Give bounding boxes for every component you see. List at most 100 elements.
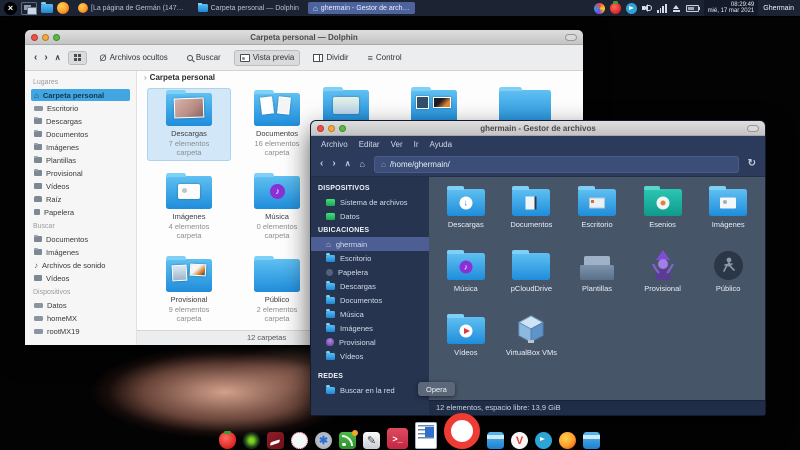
item-provisional[interactable]: Provisional [630, 250, 696, 293]
recorder-dock-icon[interactable] [243, 432, 260, 449]
telegram-tray-icon[interactable] [626, 2, 638, 14]
telegram-dock-icon[interactable] [535, 432, 552, 449]
sidebar-item-descargas[interactable]: Descargas [311, 279, 429, 293]
sidebar-item-documentos[interactable]: Documentos [311, 293, 429, 307]
sidebar-item-raiz[interactable]: Raíz [31, 193, 130, 205]
firefox-launcher-icon[interactable] [57, 2, 69, 14]
back-icon[interactable]: ‹ [320, 159, 323, 169]
folder-partial[interactable] [323, 86, 369, 123]
mx-app-dock-icon[interactable] [267, 432, 284, 449]
window-switcher-icon[interactable] [21, 1, 37, 15]
icon-view-button[interactable] [67, 50, 87, 65]
sidebar-item-imagenes[interactable]: Imágenes [31, 141, 130, 153]
menu-ir[interactable]: Ir [414, 140, 419, 149]
sidebar-item-sistema[interactable]: Sistema de archivos [311, 195, 429, 209]
blue-star-dock-icon[interactable]: ✱ [315, 432, 332, 449]
folder-provisional[interactable]: Provisional 9 elementos carpeta [147, 254, 231, 327]
device-item-rootmx19[interactable]: rootMX19 [31, 325, 130, 337]
folder-partial[interactable] [411, 86, 457, 123]
search-item-sonido[interactable]: ♪ Archivos de sonido [31, 259, 130, 271]
close-button[interactable] [31, 33, 38, 41]
strawberry-tray-icon[interactable] [610, 1, 622, 14]
roll-up-button[interactable] [747, 124, 759, 132]
folder-descargas[interactable]: Descargas 7 elementos carpeta [147, 88, 231, 161]
minimize-button[interactable] [42, 33, 49, 41]
item-esenios[interactable]: Esenios [630, 186, 696, 229]
item-escritorio[interactable]: Escritorio [564, 186, 630, 229]
sidebar-item-videos[interactable]: Vídeos [311, 349, 429, 363]
sidebar-item-plantillas[interactable]: Plantillas [31, 154, 130, 166]
home-icon[interactable]: ⌂ [360, 159, 365, 169]
refresh-icon[interactable]: ↻ [748, 159, 756, 169]
eject-icon[interactable] [672, 4, 681, 13]
preview-button[interactable]: Vista previa [233, 49, 301, 66]
files-dock-icon[interactable] [487, 432, 504, 449]
taskbar-item-filemanager[interactable]: ⌂ ghermain - Gestor de arch… [307, 2, 415, 14]
sidebar-item-descargas[interactable]: Descargas [31, 115, 130, 127]
files2-dock-icon[interactable] [583, 432, 600, 449]
item-virtualbox[interactable]: VirtualBox VMs [499, 314, 565, 357]
fm-titlebar[interactable]: ghermain - Gestor de archivos [311, 121, 765, 136]
maximize-button[interactable] [339, 124, 346, 132]
terminal-dock-icon[interactable]: >_ [387, 428, 408, 449]
close-button[interactable] [317, 124, 324, 132]
sidebar-item-escritorio[interactable]: Escritorio [311, 251, 429, 265]
control-button[interactable]: ≡ Control [362, 49, 408, 66]
up-icon[interactable]: ∧ [345, 159, 351, 169]
taskbar-item-dolphin[interactable]: Carpeta personal — Dolphin [193, 2, 304, 14]
app-menu-icon[interactable]: × [4, 1, 17, 15]
item-publico[interactable]: Público [695, 250, 761, 293]
sidebar-item-provisional[interactable]: Provisional [311, 335, 429, 349]
folder-musica[interactable]: ♪ Música 0 elementos carpeta [235, 171, 319, 244]
back-icon[interactable]: ‹ [34, 52, 37, 63]
sidebar-item-escritorio[interactable]: Escritorio [31, 102, 130, 114]
item-plantillas[interactable]: Plantillas [564, 250, 630, 293]
featherpad-dock-icon[interactable]: ✎ [363, 432, 380, 449]
split-button[interactable]: Dividir [307, 50, 354, 66]
device-item-homemx[interactable]: homeMX [31, 312, 130, 324]
sidebar-item-ghermain[interactable]: ⌂ ghermain [311, 237, 429, 251]
sidebar-item-documentos[interactable]: Documentos [31, 128, 130, 140]
breadcrumb[interactable]: › Carpeta personal [137, 71, 583, 86]
firefox-dock-icon[interactable] [559, 432, 576, 449]
path-bar[interactable]: ⌂ /home/ghermain/ [373, 155, 739, 173]
sidebar-item-papelera[interactable]: Papelera [31, 206, 130, 218]
sidebar-item-provisional[interactable]: Provisional [31, 167, 130, 179]
forward-icon[interactable]: › [332, 159, 335, 169]
sidebar-item-imagenes[interactable]: Imágenes [311, 321, 429, 335]
item-musica[interactable]: ♪ Música [433, 250, 499, 293]
roll-up-button[interactable] [565, 33, 577, 41]
menu-editar[interactable]: Editar [359, 140, 380, 149]
sidebar-item-videos[interactable]: Vídeos [31, 180, 130, 192]
sidebar-item-musica[interactable]: Música [311, 307, 429, 321]
taskbar-item-firefox[interactable]: [La página de Germán (147… [73, 2, 189, 15]
battery-icon[interactable] [685, 4, 701, 12]
item-descargas[interactable]: ↓ Descargas [433, 186, 499, 229]
opera-dock-icon[interactable] [444, 413, 480, 449]
item-documentos[interactable]: Documentos [499, 186, 565, 229]
dolphin-titlebar[interactable]: Carpeta personal — Dolphin [25, 30, 583, 45]
maximize-button[interactable] [53, 33, 60, 41]
sidebar-item-carpeta-personal[interactable]: ⌂ Carpeta personal [31, 89, 130, 101]
menu-ver[interactable]: Ver [391, 140, 403, 149]
hidden-files-button[interactable]: Ø Archivos ocultos [94, 49, 174, 66]
dotted-ring-dock-icon[interactable] [291, 432, 308, 449]
up-icon[interactable]: ∧ [55, 53, 61, 63]
vivaldi-dock-icon[interactable]: V [511, 432, 528, 449]
search-item-imagenes[interactable]: Imágenes [31, 246, 130, 258]
item-imagenes[interactable]: Imágenes [695, 186, 761, 229]
clock[interactable]: 08:29:49 mié, 17 mar 2021 [703, 0, 759, 16]
network-signal-icon[interactable] [657, 3, 667, 13]
rss-reader-dock-icon[interactable] [339, 430, 358, 449]
strawberry-dock-icon[interactable] [219, 430, 236, 449]
menu-archivo[interactable]: Archivo [321, 140, 348, 149]
file-manager-launcher-icon[interactable] [41, 1, 53, 13]
minimize-button[interactable] [328, 124, 335, 132]
tray-app-icon[interactable] [594, 2, 606, 14]
sidebar-item-buscar-red[interactable]: Buscar en la red [311, 383, 429, 397]
folder-imagenes[interactable]: Imágenes 4 elementos carpeta [147, 171, 231, 244]
sidebar-item-papelera[interactable]: Papelera [311, 265, 429, 279]
sidebar-item-datos[interactable]: Datos [311, 209, 429, 223]
folder-publico[interactable]: Público 2 elementos carpeta [235, 254, 319, 327]
volume-icon[interactable] [642, 4, 653, 13]
